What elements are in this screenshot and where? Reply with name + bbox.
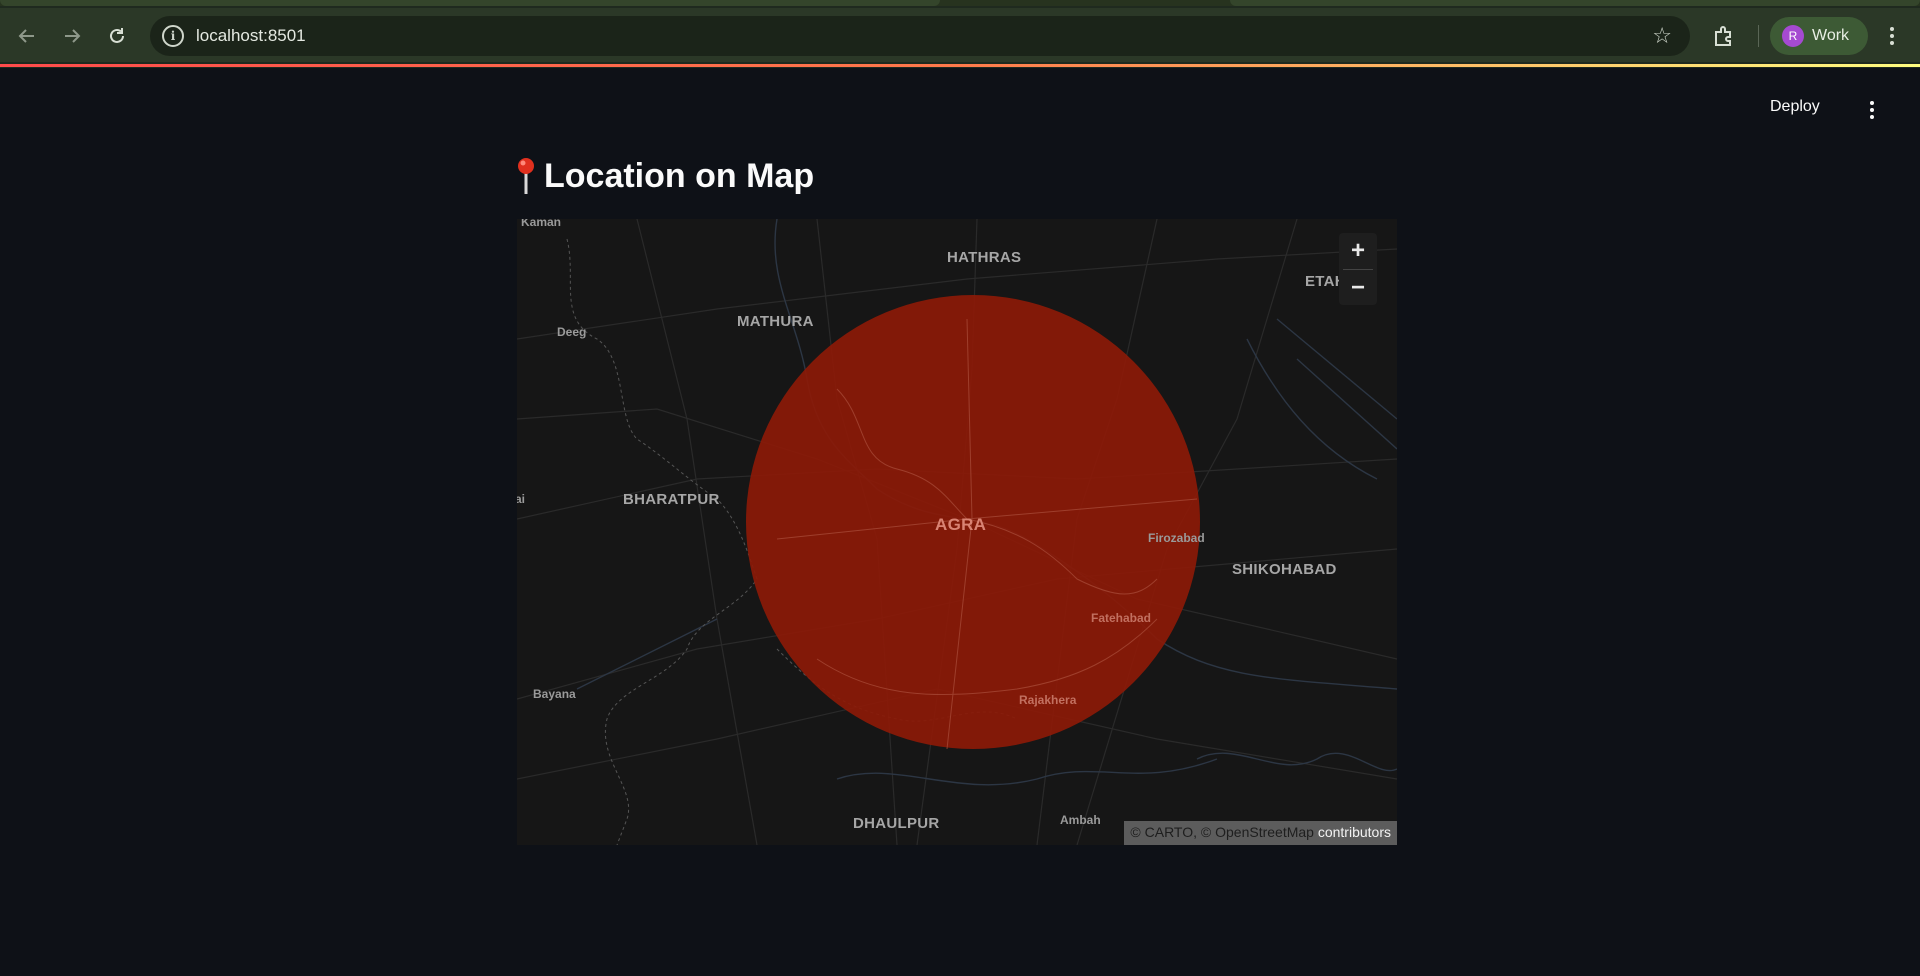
bookmark-star-icon[interactable]: ☆ — [1652, 23, 1672, 49]
back-arrow-icon[interactable] — [13, 22, 41, 50]
round-pushpin-icon — [516, 156, 536, 196]
browser-chrome: i localhost:8501 ☆ R Work — [0, 0, 1920, 68]
zoom-out-button[interactable]: − — [1339, 270, 1377, 306]
deploy-button[interactable]: Deploy — [1770, 98, 1820, 116]
extensions-icon[interactable] — [1712, 24, 1736, 48]
url-text: localhost:8501 — [196, 26, 306, 45]
browser-toolbar: i localhost:8501 ☆ R Work — [0, 8, 1920, 62]
attribution-separator: , — [1193, 824, 1201, 840]
edge-label-partial: ai — [517, 492, 526, 506]
town-label-fatehabad: Fatehabad — [1091, 611, 1152, 625]
reload-icon[interactable] — [103, 22, 131, 50]
city-label-mathura: MATHURA — [737, 313, 814, 330]
avatar: R — [1782, 25, 1804, 47]
browser-menu-icon[interactable] — [1882, 24, 1902, 48]
map-attribution: © CARTO, © OpenStreetMap contributors — [1124, 821, 1397, 845]
page-title: Location on Map — [516, 156, 814, 196]
city-label-shikohabad: SHIKOHABAD — [1232, 561, 1337, 578]
site-info-icon[interactable]: i — [162, 25, 184, 47]
profile-button[interactable]: R Work — [1770, 17, 1868, 55]
town-label-firozabad: Firozabad — [1148, 531, 1205, 545]
town-label-ambah: Ambah — [1060, 813, 1101, 827]
main-menu-icon[interactable] — [1862, 100, 1882, 120]
tab-other[interactable] — [1230, 0, 1920, 6]
map[interactable]: HATHRAS MATHURA ETAH BHARATPUR SHIKOHABA… — [517, 219, 1397, 845]
address-bar[interactable]: i localhost:8501 ☆ — [150, 16, 1690, 56]
city-label-agra: AGRA — [935, 515, 987, 534]
town-label-bayana: Bayana — [533, 687, 576, 701]
city-label-hathras: HATHRAS — [947, 249, 1022, 266]
carto-attribution-link[interactable]: © CARTO — [1130, 824, 1193, 840]
app-header-decoration — [0, 64, 1920, 67]
tab-strip — [0, 0, 1920, 6]
city-label-dhaulpur: DHAULPUR — [853, 815, 940, 832]
zoom-control: + − — [1339, 233, 1377, 305]
forward-arrow-icon[interactable] — [58, 22, 86, 50]
attribution-contributors: contributors — [1313, 824, 1391, 840]
zoom-in-button[interactable]: + — [1339, 233, 1377, 269]
city-label-bharatpur: BHARATPUR — [623, 491, 720, 508]
town-label-kaman: Kaman — [521, 219, 562, 229]
town-label-deeg: Deeg — [557, 325, 587, 339]
profile-name: Work — [1812, 27, 1850, 44]
page-title-text: Location on Map — [544, 156, 815, 195]
tab-active[interactable] — [0, 0, 940, 6]
toolbar-divider — [1758, 25, 1759, 47]
town-label-rajakhera: Rajakhera — [1019, 693, 1077, 707]
osm-attribution-link[interactable]: © OpenStreetMap — [1201, 824, 1314, 840]
